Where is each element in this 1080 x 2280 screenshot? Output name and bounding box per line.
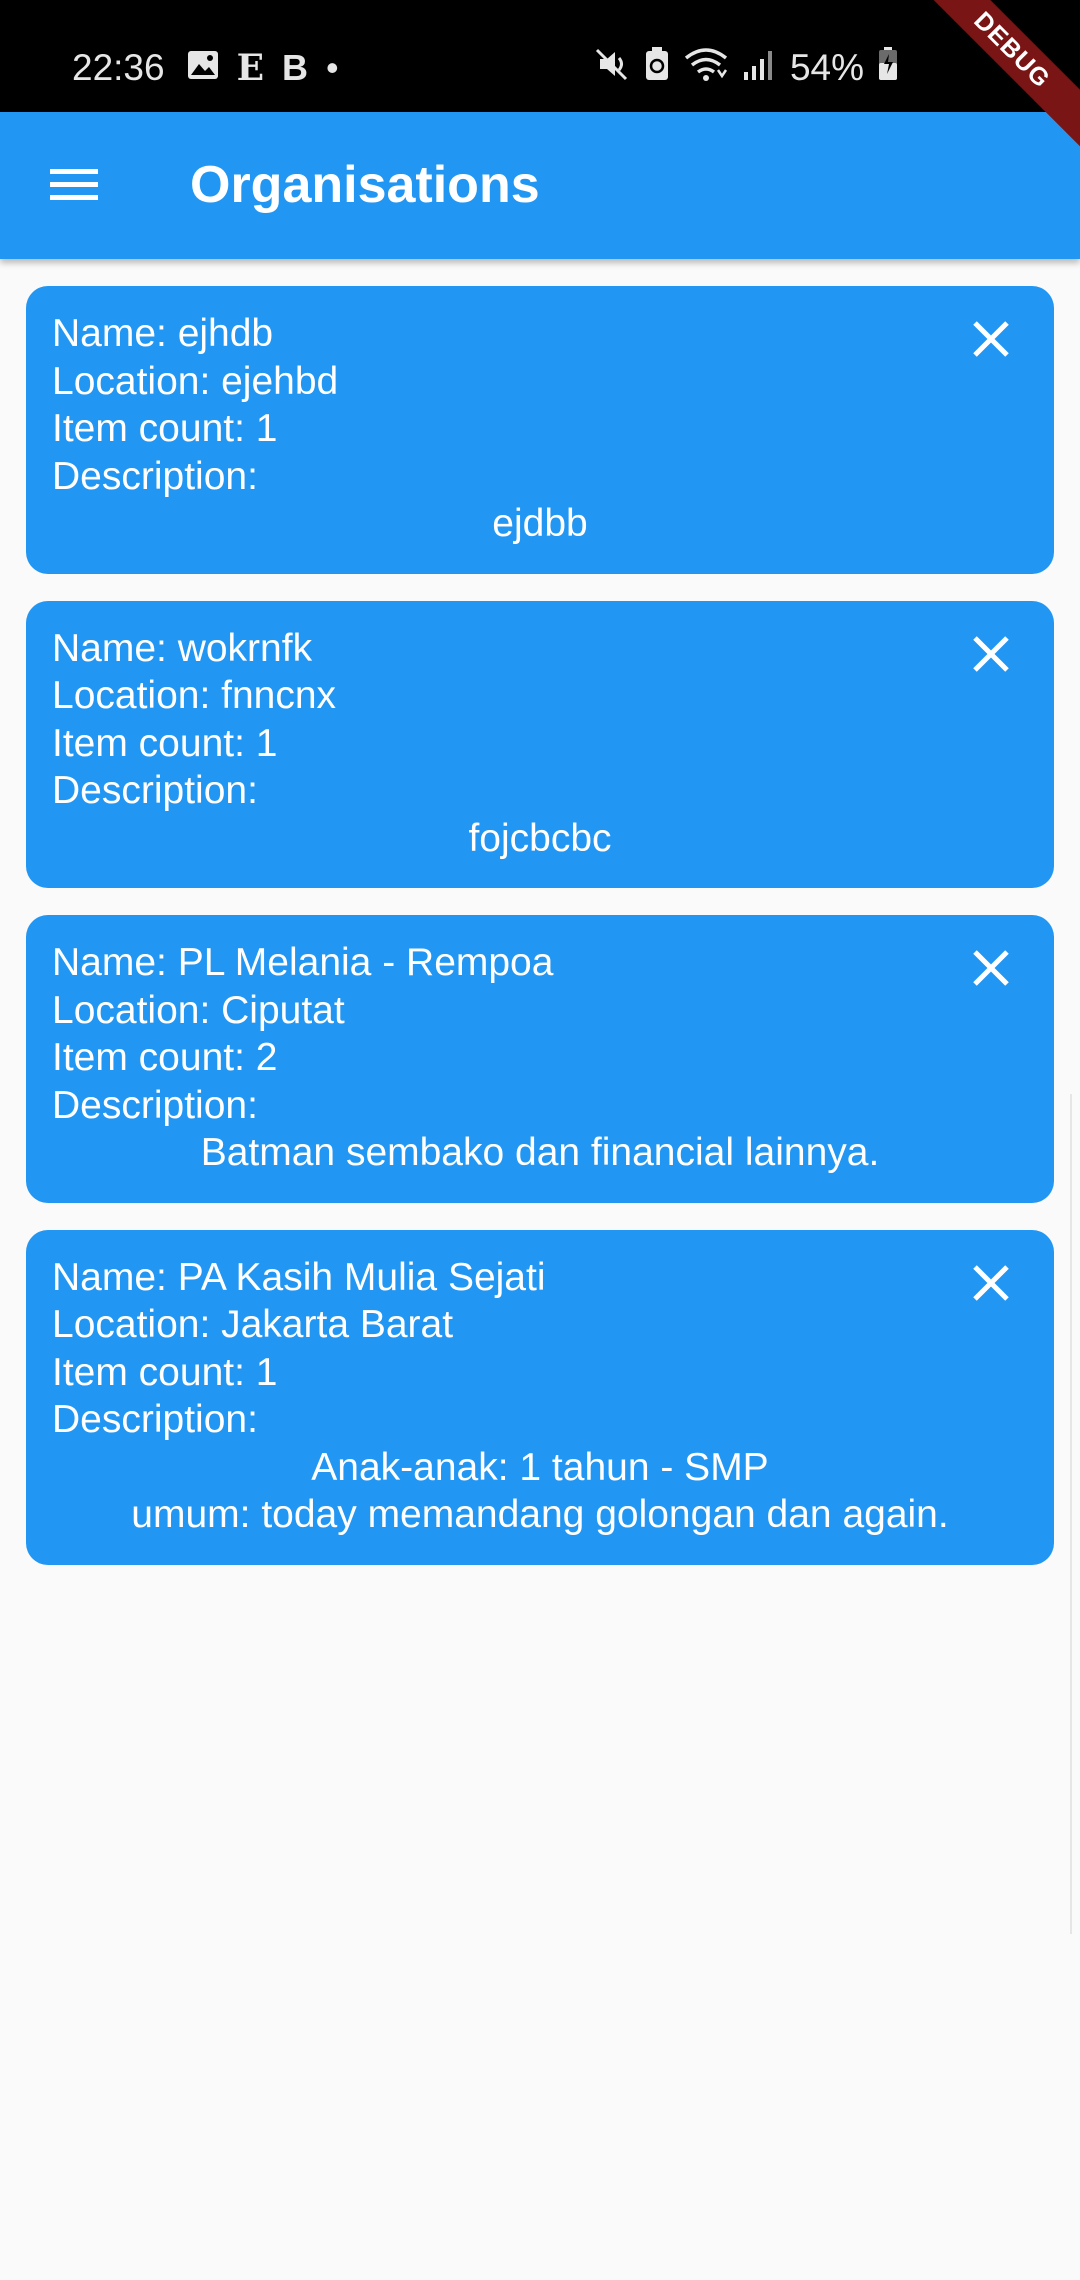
organisation-description-label: Description: [52,1398,258,1441]
organisation-description-label: Description: [52,454,258,498]
close-icon [971,1263,1011,1315]
organisation-location: Location: Jakarta Barat [52,1303,454,1346]
organisation-card[interactable]: Name: ejhdb Location: ejehbd Item count:… [26,286,1054,574]
organisation-location: Location: fnncnx [52,674,337,717]
signal-icon [742,46,776,91]
organisation-description: Anak-anak: 1 tahun - SMP umum: today mem… [131,1445,949,1537]
menu-button[interactable] [46,158,102,214]
mute-icon [594,46,630,91]
organisation-description: Batman sembako dan financial lainnya. [200,1131,880,1174]
wifi-icon [684,46,728,91]
battery-saver-icon [644,46,670,91]
menu-icon [49,166,99,207]
organisation-location: Location: ejehbd [52,359,339,403]
organisation-list: Name: ejhdb Location: ejehbd Item count:… [26,286,1054,1592]
organisation-name: Name: PL Melania - Rempoa [52,941,554,984]
app-bar: Organisations [0,112,1080,259]
organisation-item-count: Item count: 1 [52,407,278,450]
delete-organisation-button[interactable] [966,1264,1016,1314]
organisation-name: Name: PA Kasih Mulia Sejati [52,1255,546,1299]
organisation-location: Location: Ciputat [52,988,345,1032]
organisation-item-count: Item count: 1 [52,1350,278,1394]
organisation-card[interactable]: Name: PL Melania - Rempoa Location: Cipu… [26,915,1054,1203]
organisation-description: fojcbcbc [468,816,612,860]
close-icon [971,634,1011,686]
delete-organisation-button[interactable] [966,635,1016,685]
organisation-item-count: Item count: 2 [52,1036,278,1079]
organisation-description-label: Description: [52,1083,258,1127]
organisation-card[interactable]: Name: wokrnfk Location: fnncnx Item coun… [26,600,1054,888]
organisation-card[interactable]: Name: PA Kasih Mulia Sejati Location: Ja… [26,1229,1054,1565]
scrollbar-track[interactable] [1070,1094,1080,1934]
status-bar: 22:36 E B • 54% [0,0,1080,112]
close-icon [971,319,1011,371]
organisation-item-count: Item count: 1 [52,721,278,765]
battery-icon [878,46,898,91]
delete-organisation-button[interactable] [966,949,1016,999]
organisation-description: ejdbb [492,502,588,545]
organisation-name: Name: wokrnfk [52,626,313,670]
close-icon [971,948,1011,1000]
page-title: Organisations [190,156,540,214]
organisation-name: Name: ejhdb [52,312,274,355]
organisation-description-label: Description: [52,769,258,812]
delete-organisation-button[interactable] [966,320,1016,370]
battery-percent: 54% [789,47,864,88]
